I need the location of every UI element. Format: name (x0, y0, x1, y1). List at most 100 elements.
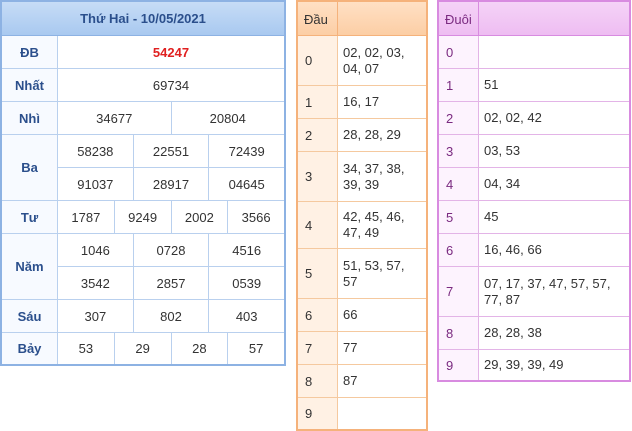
digit-key: 6 (298, 299, 338, 331)
digit-key: 2 (298, 119, 338, 151)
prize-number: 22551 (134, 135, 210, 167)
prize-number: 20804 (209, 110, 246, 126)
results-table: Thứ Hai - 10/05/2021 ĐB 54247 Nhất 69734… (0, 0, 286, 366)
prize-number: 1787 (58, 201, 115, 233)
head-digit-row: 2 28, 28, 29 (298, 119, 426, 152)
prize-number: 91037 (58, 168, 134, 200)
head-digit-row: 3 34, 37, 38, 39, 39 (298, 152, 426, 202)
digit-values: 77 (343, 340, 358, 355)
prize-number: 58238 (58, 135, 134, 167)
digit-key: 8 (439, 317, 479, 349)
prize-number: 1046 (58, 234, 134, 266)
digit-key: 9 (439, 350, 479, 380)
prize-number: 72439 (228, 143, 265, 159)
prize-number: 3566 (241, 209, 271, 225)
prize-label: Nhì (2, 102, 58, 134)
digit-values: 42, 45, 46, 47, 49 (343, 209, 405, 240)
prize-number: 04645 (228, 176, 265, 192)
digit-values: 51 (484, 77, 499, 92)
digit-values (338, 398, 426, 429)
prize-number: 307 (58, 300, 134, 332)
tail-digit-row: 8 28, 28, 38 (439, 317, 629, 350)
prize-row-third: Ba 58238 22551 72439 91037 28917 04645 (2, 135, 284, 201)
prize-number: 53 (58, 333, 115, 364)
prize-row-seventh: Bảy 53 29 28 57 (2, 333, 284, 364)
tail-digit-row: 1 51 (439, 69, 629, 102)
digit-key: 1 (439, 69, 479, 101)
digit-key: 8 (298, 365, 338, 397)
head-digit-row: 8 87 (298, 365, 426, 398)
tail-digit-row: 4 04, 34 (439, 168, 629, 201)
prize-number: 28917 (134, 168, 210, 200)
head-digit-title: Đầu (298, 2, 338, 36)
prize-label: Sáu (2, 300, 58, 332)
digit-values: 04, 34 (484, 176, 521, 191)
head-digit-row: 9 (298, 398, 426, 429)
prize-row-fourth: Tư 1787 9249 2002 3566 (2, 201, 284, 234)
digit-key: 4 (298, 202, 338, 248)
head-digit-row: 6 66 (298, 299, 426, 332)
prize-number: 802 (134, 300, 210, 332)
prize-number: 0728 (134, 234, 210, 266)
digit-key: 5 (298, 249, 338, 298)
tail-digit-row: 9 29, 39, 39, 49 (439, 350, 629, 380)
head-digit-row: 5 51, 53, 57, 57 (298, 249, 426, 299)
tail-digit-row: 2 02, 02, 42 (439, 102, 629, 135)
digit-values: 02, 02, 03, 04, 07 (343, 44, 405, 76)
digit-values: 02, 02, 42 (484, 110, 542, 125)
digit-key: 4 (439, 168, 479, 200)
digit-values: 29, 39, 39, 49 (484, 357, 564, 372)
head-digit-header: Đầu (298, 2, 426, 36)
tail-digit-row: 6 16, 46, 66 (439, 234, 629, 267)
digit-values: 07, 17, 37, 47, 57, 57, 77, 87 (484, 275, 611, 307)
tail-digit-title: Đuôi (439, 2, 479, 36)
prize-number: 34677 (58, 102, 172, 134)
tail-digit-header: Đuôi (439, 2, 629, 36)
prize-row-fifth: Năm 1046 0728 4516 3542 2857 0539 (2, 234, 284, 300)
digit-values: 34, 37, 38, 39, 39 (343, 160, 405, 192)
digit-values: 66 (343, 307, 358, 322)
digit-key: 3 (439, 135, 479, 167)
digit-key: 0 (298, 36, 338, 85)
tail-digit-header-blank (479, 2, 629, 36)
head-digit-row: 4 42, 45, 46, 47, 49 (298, 202, 426, 249)
head-digit-header-blank (338, 2, 426, 36)
digit-key: 7 (439, 267, 479, 316)
tail-digit-table: Đuôi 0 1 51 2 02, 02, 42 3 03, 53 4 04, … (437, 0, 631, 382)
digit-key: 1 (298, 86, 338, 118)
prize-number: 2002 (172, 201, 229, 233)
digit-key: 7 (298, 332, 338, 364)
special-prize-number: 54247 (152, 44, 190, 60)
digit-key: 0 (439, 36, 479, 68)
prize-label: Tư (2, 201, 58, 233)
head-digit-row: 1 16, 17 (298, 86, 426, 119)
digit-values: 87 (343, 373, 358, 388)
digit-values: 51, 53, 57, 57 (343, 257, 405, 289)
digit-values: 28, 28, 38 (484, 325, 542, 340)
digit-values: 16, 46, 66 (484, 242, 542, 257)
prize-number: 29 (115, 333, 172, 364)
digit-key: 9 (298, 398, 338, 429)
prize-row-sixth: Sáu 307 802 403 (2, 300, 284, 333)
prize-number: 4516 (232, 242, 262, 258)
digit-values: 16, 17 (343, 94, 380, 109)
prize-label: Bảy (2, 333, 58, 364)
head-digit-row: 0 02, 02, 03, 04, 07 (298, 36, 426, 86)
tail-digit-row: 7 07, 17, 37, 47, 57, 57, 77, 87 (439, 267, 629, 317)
digit-key: 2 (439, 102, 479, 134)
prize-row-special: ĐB 54247 (2, 36, 284, 69)
prize-number: 69734 (152, 77, 190, 93)
prize-label: Nhất (2, 69, 58, 101)
digit-key: 5 (439, 201, 479, 233)
tail-digit-row: 3 03, 53 (439, 135, 629, 168)
prize-number: 0539 (232, 275, 262, 291)
prize-number: 403 (235, 308, 258, 324)
prize-row-second: Nhì 34677 20804 (2, 102, 284, 135)
prize-row-first: Nhất 69734 (2, 69, 284, 102)
digit-key: 6 (439, 234, 479, 266)
tail-digit-row: 0 (439, 36, 629, 69)
head-digit-table: Đầu 0 02, 02, 03, 04, 07 1 16, 17 2 28, … (296, 0, 428, 431)
prize-number: 57 (248, 341, 264, 356)
head-digit-row: 7 77 (298, 332, 426, 365)
prize-number: 9249 (115, 201, 172, 233)
